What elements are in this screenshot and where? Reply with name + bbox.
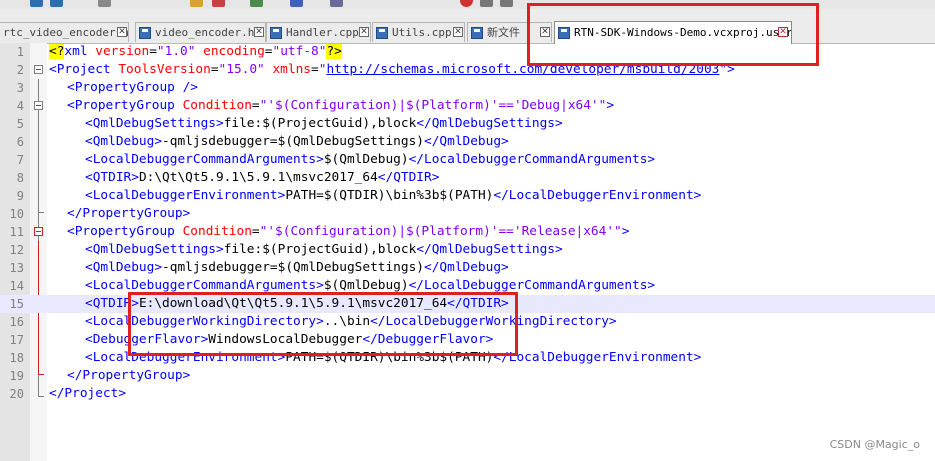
- macro-stop-icon[interactable]: [480, 0, 493, 7]
- code-text[interactable]: <QTDIR>D:\Qt\Qt5.9.1\5.9.1\msvc2017_64</…: [85, 169, 439, 187]
- code-line: 7 <LocalDebuggerCommandArguments>$(QmlDe…: [0, 151, 935, 169]
- code-line: 9 <LocalDebuggerEnvironment>PATH=$(QTDIR…: [0, 187, 935, 205]
- tab-video-encoder[interactable]: video_encoder.h ✕: [135, 22, 266, 42]
- zoom-in-icon[interactable]: [250, 0, 263, 7]
- find-icon[interactable]: [190, 0, 203, 7]
- line-number: 19: [9, 369, 24, 383]
- code-text[interactable]: <QmlDebug>-qmljsdebugger=$(QmlDebugSetti…: [85, 259, 509, 277]
- code-text[interactable]: <PropertyGroup />: [67, 79, 198, 97]
- code-line: 20 </Project>: [0, 385, 935, 403]
- tab-label: video_encoder.h: [155, 26, 255, 39]
- code-line: 5 <QmlDebugSettings>file:$(ProjectGuid),…: [0, 115, 935, 133]
- code-text[interactable]: </PropertyGroup>: [67, 205, 190, 223]
- close-icon[interactable]: ✕: [254, 27, 264, 37]
- line-number: 14: [9, 279, 24, 293]
- line-number: 15: [9, 297, 24, 311]
- file-saved-icon: [376, 27, 388, 39]
- macro-record-icon[interactable]: [460, 0, 473, 7]
- replace-icon[interactable]: [212, 0, 225, 7]
- line-number: 5: [16, 117, 24, 131]
- line-number: 4: [16, 99, 24, 113]
- wrap-icon[interactable]: [290, 0, 303, 7]
- tab-label: 新文件: [487, 26, 520, 39]
- file-saved-icon: [270, 27, 282, 39]
- line-number: 10: [9, 207, 24, 221]
- line-number: 6: [16, 135, 24, 149]
- code-line: 11 <PropertyGroup Condition="'$(Configur…: [0, 223, 935, 241]
- line-number: 1: [16, 45, 24, 59]
- tab-handler-cpp[interactable]: Handler.cpp ✕: [266, 22, 371, 42]
- code-text[interactable]: <LocalDebuggerCommandArguments>$(QmlDebu…: [85, 151, 655, 169]
- code-line: 3 <PropertyGroup />: [0, 79, 935, 97]
- tab-label: rtc_video_encoder.h: [3, 26, 129, 39]
- code-text[interactable]: </Project>: [49, 385, 126, 403]
- code-line: 19 </PropertyGroup>: [0, 367, 935, 385]
- line-number: 12: [9, 243, 24, 257]
- close-icon[interactable]: ✕: [117, 27, 127, 37]
- code-line: 6 <QmlDebug>-qmljsdebugger=$(QmlDebugSet…: [0, 133, 935, 151]
- indent-icon[interactable]: [330, 0, 343, 7]
- line-number: 8: [16, 171, 24, 185]
- line-number: 9: [16, 189, 24, 203]
- code-line: 10 </PropertyGroup>: [0, 205, 935, 223]
- watermark: CSDN @Magic_o: [829, 438, 920, 451]
- file-saved-icon: [139, 27, 151, 39]
- code-line: 12 <QmlDebugSettings>file:$(ProjectGuid)…: [0, 241, 935, 259]
- line-number: 11: [9, 225, 24, 239]
- close-icon[interactable]: ✕: [453, 27, 463, 37]
- fold-toggle-icon[interactable]: [34, 65, 43, 74]
- line-number: 7: [16, 153, 24, 167]
- line-number: 13: [9, 261, 24, 275]
- cut-icon[interactable]: [98, 0, 111, 7]
- code-text[interactable]: <QmlDebugSettings>file:$(ProjectGuid),bl…: [85, 241, 563, 259]
- close-icon[interactable]: ✕: [359, 27, 369, 37]
- line-number: 16: [9, 315, 24, 329]
- code-line: 4 <PropertyGroup Condition="'$(Configura…: [0, 97, 935, 115]
- code-text[interactable]: <QmlDebug>-qmljsdebugger=$(QmlDebugSetti…: [85, 133, 509, 151]
- code-text[interactable]: <LocalDebuggerEnvironment>PATH=$(QTDIR)\…: [85, 187, 701, 205]
- code-text[interactable]: <PropertyGroup Condition="'$(Configurati…: [67, 223, 629, 241]
- fold-toggle-icon[interactable]: [34, 101, 43, 110]
- file-saved-icon: [471, 27, 483, 39]
- code-text[interactable]: <?xml version="1.0" encoding="utf-8"?>: [49, 43, 342, 61]
- line-number: 2: [16, 63, 24, 77]
- line-number: 3: [16, 81, 24, 95]
- annotation-box-tab: [527, 3, 819, 66]
- fold-toggle-icon[interactable]: [34, 227, 43, 236]
- code-text[interactable]: <PropertyGroup Condition="'$(Configurati…: [67, 97, 614, 115]
- tab-label: Handler.cpp: [286, 26, 359, 39]
- code-text[interactable]: </PropertyGroup>: [67, 367, 190, 385]
- code-text[interactable]: <QmlDebugSettings>file:$(ProjectGuid),bl…: [85, 115, 563, 133]
- line-number: 20: [9, 387, 24, 401]
- tab-label: Utils.cpp: [392, 26, 452, 39]
- line-number: 17: [9, 333, 24, 347]
- undo-icon[interactable]: [30, 0, 43, 7]
- code-line: 13 <QmlDebug>-qmljsdebugger=$(QmlDebugSe…: [0, 259, 935, 277]
- annotation-box-qtdir: [128, 292, 518, 356]
- tab-rtc-video-encoder[interactable]: rtc_video_encoder.h ✕: [0, 22, 129, 42]
- line-number: 18: [9, 351, 24, 365]
- macro-play-icon[interactable]: [500, 0, 513, 7]
- redo-icon[interactable]: [50, 0, 63, 7]
- tab-utils-cpp[interactable]: Utils.cpp ✕: [372, 22, 465, 42]
- code-line: 8 <QTDIR>D:\Qt\Qt5.9.1\5.9.1\msvc2017_64…: [0, 169, 935, 187]
